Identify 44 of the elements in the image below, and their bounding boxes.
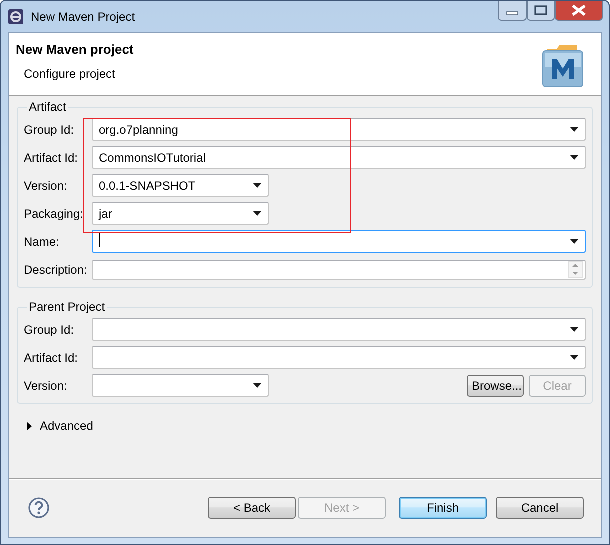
- field-label: Artifact Id:: [24, 350, 80, 364]
- dropdown-field[interactable]: jar: [92, 202, 269, 225]
- text-cursor: [99, 233, 100, 247]
- minimize-icon[interactable]: [498, 1, 527, 21]
- dropdown-field[interactable]: 0.0.1-SNAPSHOT: [92, 174, 269, 197]
- back-button[interactable]: < Back: [208, 496, 296, 518]
- field-label: Group Id:: [24, 322, 76, 336]
- expand-arrow-icon[interactable]: [27, 422, 33, 430]
- text-area[interactable]: [92, 260, 586, 280]
- field-label: Description:: [24, 262, 88, 276]
- field-label: Packaging:: [24, 206, 84, 220]
- close-icon[interactable]: [555, 1, 603, 21]
- window-title: New Maven Project: [31, 10, 136, 24]
- dropdown-field[interactable]: CommonsIOTutorial: [92, 146, 586, 169]
- dropdown-arrow-icon: [570, 327, 579, 332]
- field-label: Group Id:: [24, 122, 76, 136]
- finish-button[interactable]: Finish: [399, 496, 487, 518]
- dropdown-field[interactable]: [92, 374, 269, 397]
- field-label: Version:: [24, 178, 68, 192]
- group-title: Artifact: [28, 100, 68, 114]
- page-title: New Maven project: [16, 42, 135, 57]
- field-label: Version:: [24, 378, 68, 392]
- dropdown-arrow-icon: [570, 155, 579, 160]
- dropdown-arrow-icon: [253, 211, 262, 216]
- field-label: Name:: [24, 234, 60, 248]
- dropdown-arrow-icon: [253, 183, 262, 188]
- dropdown-arrow-icon: [570, 355, 579, 360]
- scroll-arrows-icon[interactable]: [568, 261, 583, 278]
- dropdown-arrow-icon: [570, 127, 579, 132]
- dropdown-field[interactable]: [92, 346, 586, 369]
- dropdown-field[interactable]: org.o7planning: [92, 118, 586, 141]
- group-title: Parent Project: [28, 300, 106, 314]
- app-icon: [8, 9, 24, 25]
- dropdown-field[interactable]: [92, 318, 586, 341]
- maximize-icon[interactable]: [527, 1, 555, 21]
- field-label: Artifact Id:: [24, 150, 80, 164]
- dropdown-arrow-icon: [253, 383, 262, 388]
- dropdown-field[interactable]: [92, 230, 586, 253]
- help-icon[interactable]: [28, 496, 50, 518]
- advanced-section-toggle[interactable]: Advanced: [40, 419, 94, 433]
- browse-button[interactable]: Browse...: [467, 374, 524, 396]
- dropdown-arrow-icon: [570, 239, 579, 244]
- cancel-button[interactable]: Cancel: [496, 496, 584, 518]
- page-description: Configure project: [24, 67, 116, 81]
